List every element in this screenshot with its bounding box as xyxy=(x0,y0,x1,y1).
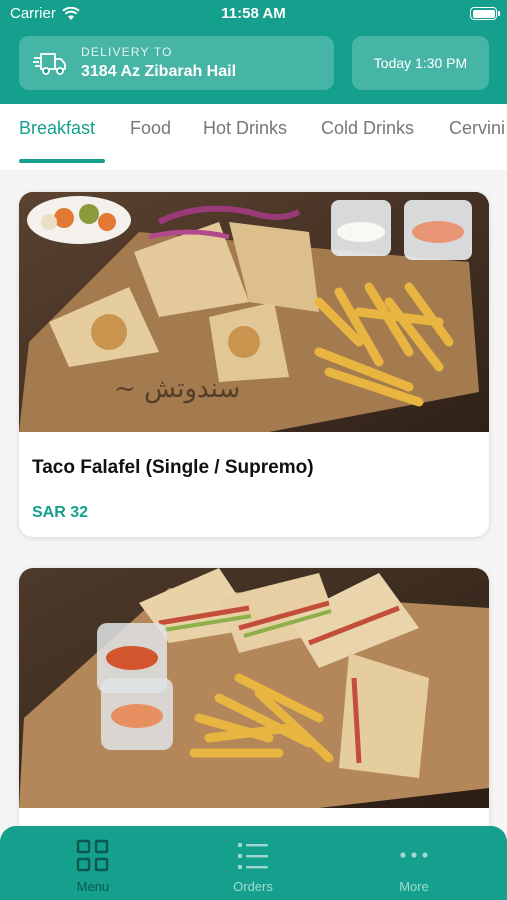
product-image: ~ سندوتش xyxy=(19,192,489,432)
delivery-address: 3184 Az Zibarah Hail xyxy=(81,63,237,80)
nav-orders-label: Orders xyxy=(233,879,273,894)
bottom-nav: Menu Orders More xyxy=(0,826,507,900)
active-tab-indicator xyxy=(19,159,105,163)
svg-text:~ سندوتش: ~ سندوتش xyxy=(114,374,240,404)
product-card[interactable]: ~ سندوتش Taco Falafel (Single / Supremo)… xyxy=(19,192,489,537)
product-list: ~ سندوتش Taco Falafel (Single / Supremo)… xyxy=(0,170,507,900)
product-image xyxy=(19,568,489,808)
delivery-label: DELIVERY TO xyxy=(81,45,173,59)
tab-cervini[interactable]: Cervini xyxy=(449,118,505,139)
grid-icon xyxy=(76,839,109,872)
list-icon xyxy=(238,843,268,869)
nav-orders[interactable]: Orders xyxy=(193,826,313,900)
nav-more[interactable]: More xyxy=(354,826,474,900)
schedule-time-button[interactable]: Today 1:30 PM xyxy=(352,36,489,90)
tab-cold-drinks[interactable]: Cold Drinks xyxy=(321,118,414,139)
tab-breakfast[interactable]: Breakfast xyxy=(19,118,95,139)
category-tabs: Breakfast Food Hot Drinks Cold Drinks Ce… xyxy=(0,104,507,170)
nav-more-label: More xyxy=(399,879,429,894)
product-price: SAR 32 xyxy=(32,504,89,521)
header: Carrier 11:58 AM DELIVERY TO 3184 Az Zib… xyxy=(0,0,507,104)
tab-food[interactable]: Food xyxy=(130,118,171,139)
delivery-address-button[interactable]: DELIVERY TO 3184 Az Zibarah Hail xyxy=(19,36,334,90)
delivery-truck-icon xyxy=(33,53,66,75)
delivery-text: DELIVERY TO 3184 Az Zibarah Hail xyxy=(81,45,236,81)
tab-hot-drinks[interactable]: Hot Drinks xyxy=(203,118,287,139)
battery-icon xyxy=(470,7,500,20)
status-time: 11:58 AM xyxy=(221,5,286,22)
product-title: Taco Falafel (Single / Supremo) xyxy=(32,457,314,478)
nav-menu-label: Menu xyxy=(76,879,110,894)
status-bar: Carrier 11:58 AM xyxy=(0,0,507,28)
nav-menu[interactable]: Menu xyxy=(33,826,153,900)
more-dots-icon xyxy=(400,852,428,858)
